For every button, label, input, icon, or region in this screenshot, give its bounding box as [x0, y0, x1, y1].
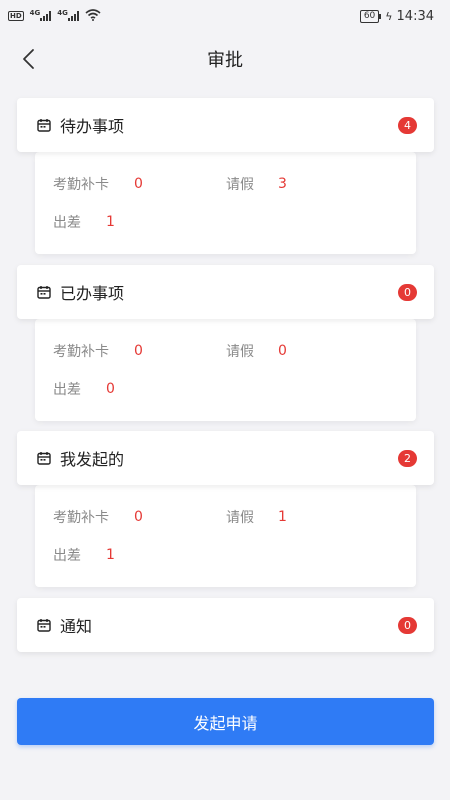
stat-value: 1	[106, 547, 115, 563]
stat-label: 考勤补卡	[53, 344, 109, 360]
wifi-icon	[85, 8, 101, 24]
battery-icon: 60	[359, 9, 382, 23]
stat-attendance[interactable]: 考勤补卡 0	[53, 507, 143, 527]
section-title: 我发起的	[60, 450, 125, 469]
section-title: 通知	[60, 617, 93, 636]
stat-value: 0	[278, 343, 287, 359]
count-badge: 4	[398, 117, 417, 134]
signal-icon: 4G	[30, 9, 52, 21]
submit-application-button[interactable]: 发起申请	[17, 698, 434, 745]
stat-value: 1	[278, 509, 287, 525]
stat-value: 0	[134, 509, 143, 525]
section-header-done[interactable]: 已办事项 0	[17, 265, 434, 319]
stat-label: 出差	[53, 382, 81, 398]
stat-value: 3	[278, 176, 287, 192]
chevron-left-icon	[23, 49, 34, 69]
calendar-icon	[37, 286, 51, 299]
section-header-notice[interactable]: 通知 0	[17, 598, 434, 652]
stat-trip[interactable]: 出差 1	[53, 545, 115, 565]
back-button[interactable]	[14, 45, 42, 73]
stat-label: 请假	[226, 344, 254, 360]
stat-trip[interactable]: 出差 1	[53, 212, 115, 232]
stat-label: 考勤补卡	[53, 510, 109, 526]
section-body-pending: 考勤补卡 0 请假 3 出差 1	[35, 152, 416, 254]
stat-label: 请假	[226, 510, 254, 526]
count-badge: 2	[398, 450, 417, 467]
calendar-icon	[37, 452, 51, 465]
stat-label: 请假	[226, 177, 254, 193]
status-right: 60 ϟ 14:34	[359, 8, 434, 24]
section-title: 待办事项	[60, 117, 125, 136]
stat-label: 出差	[53, 548, 81, 564]
status-time: 14:34	[396, 8, 434, 24]
calendar-icon	[37, 619, 51, 632]
stat-leave[interactable]: 请假 3	[226, 174, 287, 194]
charging-icon: ϟ	[385, 9, 393, 23]
stat-value: 0	[134, 176, 143, 192]
stat-leave[interactable]: 请假 0	[226, 341, 287, 361]
stat-value: 0	[106, 381, 115, 397]
nav-bar: 审批	[0, 32, 450, 86]
section-header-initiated[interactable]: 我发起的 2	[17, 431, 434, 485]
calendar-icon	[37, 119, 51, 132]
stat-trip[interactable]: 出差 0	[53, 379, 115, 399]
section-header-pending[interactable]: 待办事项 4	[17, 98, 434, 152]
stat-attendance[interactable]: 考勤补卡 0	[53, 341, 143, 361]
count-badge: 0	[398, 617, 417, 634]
stat-leave[interactable]: 请假 1	[226, 507, 287, 527]
status-left: HD 4G 4G	[8, 8, 101, 24]
hd-indicator: HD	[8, 11, 24, 21]
count-badge: 0	[398, 284, 417, 301]
stat-attendance[interactable]: 考勤补卡 0	[53, 174, 143, 194]
stat-label: 考勤补卡	[53, 177, 109, 193]
signal-icon-2: 4G	[57, 9, 79, 21]
section-title: 已办事项	[60, 284, 125, 303]
status-bar: HD 4G 4G 60 ϟ 14:34	[0, 0, 450, 32]
stat-label: 出差	[53, 215, 81, 231]
stat-value: 1	[106, 214, 115, 230]
page-title: 审批	[207, 50, 243, 71]
stat-value: 0	[134, 343, 143, 359]
section-body-initiated: 考勤补卡 0 请假 1 出差 1	[35, 485, 416, 587]
section-body-done: 考勤补卡 0 请假 0 出差 0	[35, 319, 416, 421]
